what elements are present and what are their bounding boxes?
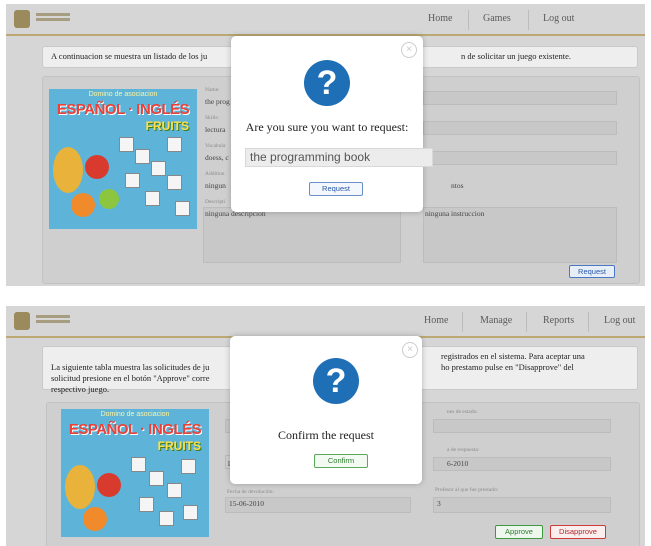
field-label: Descripti: [205, 199, 226, 205]
right-field-box: [423, 151, 617, 165]
request-dialog: × ? Are you sure you want to request: th…: [231, 36, 433, 212]
pineapple-graphic: [65, 465, 95, 509]
top-navbar: Home Manage Reports Log out: [6, 306, 645, 338]
domino-tile: [175, 201, 190, 216]
nav-divider: [462, 312, 463, 332]
field-value: the prog: [205, 97, 230, 106]
cover-caption: Domino de asociacion: [100, 411, 170, 418]
field-label: Fecha de devolución:: [227, 489, 275, 495]
domino-tile: [181, 459, 196, 474]
game-cover-image: Domino de asociacion ESPAÑOL · INGLÉS FR…: [61, 409, 209, 537]
nav-home[interactable]: Home: [424, 306, 448, 336]
domino-tile: [145, 191, 160, 206]
right-field-box: [423, 121, 617, 135]
question-icon: ?: [304, 60, 350, 106]
watermelon-graphic: [97, 473, 121, 497]
dialog-title: Confirm the request: [278, 428, 374, 442]
request-button[interactable]: Request: [569, 265, 615, 278]
domino-tile: [149, 471, 164, 486]
field-label: Name:: [205, 87, 220, 93]
nav-divider: [526, 312, 527, 332]
disapprove-button[interactable]: Disapprove: [550, 525, 606, 539]
nav-divider: [468, 10, 469, 30]
logo-text: [36, 13, 70, 23]
right-field-box: [433, 419, 611, 433]
field-label: a de respuesta:: [447, 447, 480, 453]
domino-tile: [139, 497, 154, 512]
field-label: Vocabula: [205, 143, 226, 149]
field-value: 3: [437, 499, 441, 508]
nav-home[interactable]: Home: [428, 4, 452, 34]
manage-screen: Home Manage Reports Log out La siguiente…: [6, 306, 645, 546]
cover-subtitle: FRUITS: [157, 439, 201, 453]
domino-tile: [167, 137, 182, 152]
notice-text-left: A continuacion se muestra un listado de …: [51, 51, 208, 61]
orange-graphic: [83, 507, 107, 531]
pear-graphic: [99, 189, 119, 209]
dialog-title: Are you sure you want to request:: [245, 120, 409, 134]
confirm-dialog: × ? Confirm the request Confirm: [230, 336, 422, 484]
approve-button[interactable]: Approve: [495, 525, 543, 539]
nav-divider: [588, 312, 589, 332]
nav-divider: [528, 10, 529, 30]
instructions-value: ninguna instruccion: [425, 209, 485, 218]
field-value: 6-2010: [447, 459, 469, 468]
nav-manage[interactable]: Manage: [480, 306, 512, 336]
cover-title: ESPAÑOL · INGLÉS: [68, 421, 202, 438]
domino-tile: [159, 511, 174, 526]
domino-tile: [151, 161, 166, 176]
pineapple-graphic: [53, 147, 83, 193]
notice-text-right: n de solicitar un juego existente.: [461, 51, 571, 61]
domino-tile: [167, 483, 182, 498]
field-label: Profesor al que fue prestado:: [435, 487, 499, 493]
field-value: doess, c: [205, 153, 229, 162]
notice-text-right: registrados en el sistema. Para aceptar …: [441, 351, 585, 372]
game-cover-image: Domino de asociacion ESPAÑOL · INGLÉS FR…: [49, 89, 197, 229]
cover-subtitle: FRUITS: [145, 119, 189, 133]
domino-tile: [131, 457, 146, 472]
nav-logout[interactable]: Log out: [604, 306, 635, 336]
field-label: nes de estado:: [447, 409, 478, 415]
notice-text-left: La siguiente tabla muestra las solicitud…: [51, 362, 210, 394]
domino-tile: [125, 173, 140, 188]
field-value: 15-06-2010: [229, 499, 264, 508]
question-icon: ?: [313, 358, 359, 404]
orange-graphic: [71, 193, 95, 217]
dialog-confirm-button[interactable]: Confirm: [314, 454, 368, 468]
domino-tile: [119, 137, 134, 152]
nav-reports[interactable]: Reports: [543, 306, 574, 336]
right-field-value: ntos: [451, 181, 464, 190]
close-icon[interactable]: ×: [401, 42, 417, 58]
right-field-box: [423, 91, 617, 105]
domino-tile: [135, 149, 150, 164]
logo-text: [36, 315, 70, 325]
close-icon[interactable]: ×: [402, 342, 418, 358]
field-value: lectura: [205, 125, 226, 134]
field-label: Skills:: [205, 115, 220, 121]
field-label: Addition: [205, 171, 225, 177]
request-screen: Home Games Log out A continuacion se mue…: [6, 4, 645, 286]
cover-caption: Domino de asociacion: [88, 91, 158, 98]
cover-title: ESPAÑOL · INGLÉS: [56, 101, 190, 118]
university-logo: [14, 10, 30, 28]
nav-logout[interactable]: Log out: [543, 4, 574, 34]
nav-games[interactable]: Games: [483, 4, 511, 34]
game-name-input[interactable]: the programming book: [245, 148, 433, 167]
watermelon-graphic: [85, 155, 109, 179]
top-navbar: Home Games Log out: [6, 4, 645, 36]
dialog-request-button[interactable]: Request: [309, 182, 363, 196]
domino-tile: [167, 175, 182, 190]
field-value: ningun: [205, 181, 226, 190]
university-logo: [14, 312, 30, 330]
domino-tile: [183, 505, 198, 520]
right-field-box: [433, 497, 611, 513]
